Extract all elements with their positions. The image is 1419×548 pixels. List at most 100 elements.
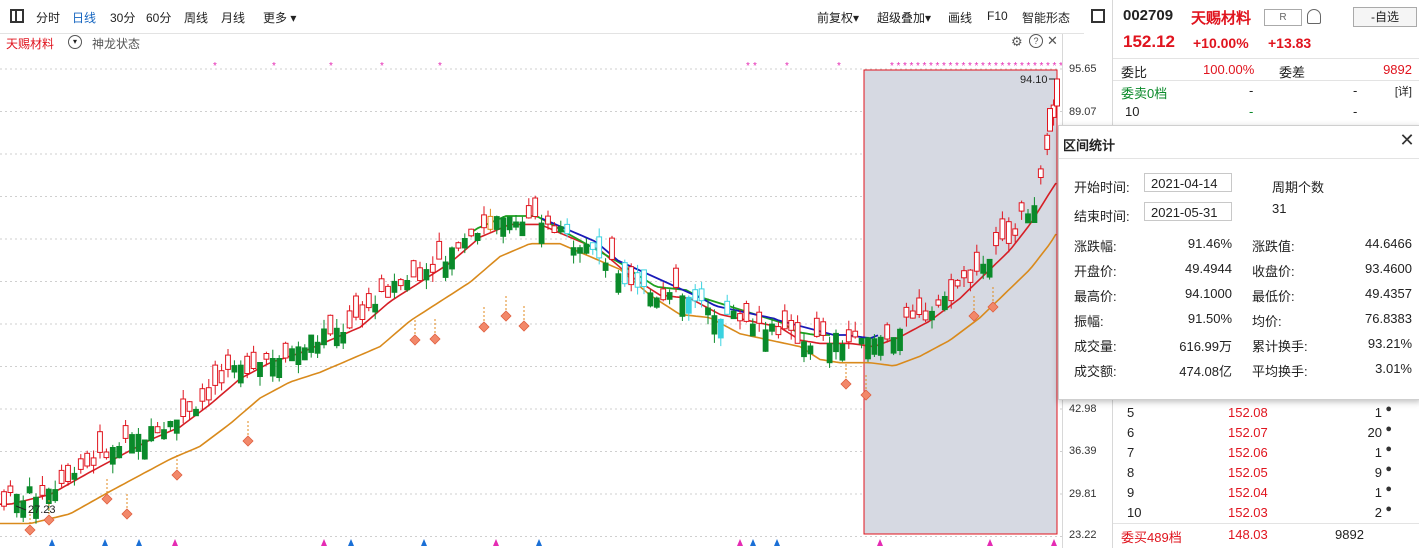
signal-star: *	[1040, 61, 1044, 72]
dropdown-icon[interactable]: ▾	[68, 35, 82, 49]
adjust-menu[interactable]: 前复权▾	[817, 9, 859, 26]
caret-down-icon: ▾	[290, 11, 297, 25]
candle-body	[833, 332, 839, 353]
stat-value: 3.01%	[1375, 361, 1412, 376]
stat-label: 涨跌幅:	[1074, 239, 1117, 254]
help-icon[interactable]: ?	[1029, 34, 1043, 48]
dot-icon: ●	[1385, 463, 1392, 475]
candle-body	[890, 337, 897, 354]
candle-body	[295, 346, 302, 365]
level-volume: 2	[1374, 505, 1382, 520]
level-number: 10	[1127, 505, 1142, 520]
candle-body	[353, 295, 359, 318]
candle-body	[647, 292, 654, 307]
caret-down-icon: ▾	[853, 11, 860, 25]
candle-body	[954, 279, 961, 287]
signal-triangle	[750, 539, 756, 546]
candle-body	[205, 387, 212, 401]
candle-body	[813, 317, 820, 337]
r-badge[interactable]: R	[1264, 9, 1302, 26]
candle-body	[289, 348, 295, 362]
candle-body	[1044, 134, 1051, 150]
candle-body	[250, 351, 257, 369]
indicator-label[interactable]: 神龙状态	[92, 35, 140, 52]
candle-body	[749, 323, 756, 337]
candle-body	[436, 240, 443, 260]
bell-icon[interactable]	[1307, 9, 1321, 24]
candle-body	[660, 288, 667, 301]
signal-diamond	[24, 524, 36, 536]
candle-body	[282, 342, 289, 359]
start-date-input[interactable]: 2021-04-14	[1144, 173, 1232, 192]
candle-body	[442, 261, 449, 278]
weicha-label: 委差	[1279, 65, 1306, 80]
level-volume: 1	[1374, 445, 1382, 460]
candle-body	[378, 278, 385, 292]
sell-label: 委卖0档	[1121, 86, 1168, 101]
tab-60min[interactable]: 60分	[146, 9, 171, 26]
signal-star: *	[897, 61, 901, 72]
candle-body	[641, 269, 647, 287]
detail-link[interactable]: [详]	[1395, 83, 1412, 99]
candle-body	[538, 222, 545, 244]
candle-body	[705, 307, 711, 316]
signal-star: *	[785, 61, 789, 72]
tab-intraday[interactable]: 分时	[36, 9, 60, 26]
more-menu[interactable]: 更多 ▾	[263, 9, 296, 26]
candle-body	[557, 226, 564, 233]
high-price-label: 94.10	[1020, 74, 1048, 86]
signal-star: *	[272, 61, 276, 72]
close-icon[interactable]: ✕	[1398, 131, 1416, 149]
add-watchlist-button[interactable]: -自选	[1353, 7, 1417, 27]
candle-body	[487, 215, 494, 230]
candle-body	[314, 341, 321, 354]
signal-triangle	[49, 539, 55, 546]
close-icon[interactable]: ✕	[1047, 33, 1058, 49]
indicator-bar: 天赐材料 ▾ 神龙状态 ⚙ ? ✕	[0, 33, 1070, 51]
candle-body	[525, 205, 532, 219]
overlay-menu[interactable]: 超级叠加▾	[877, 9, 931, 26]
level-volume: 9	[1374, 465, 1382, 480]
signal-triangle	[774, 539, 780, 546]
candle-body	[909, 310, 916, 319]
smart-pattern-button[interactable]: 智能形态	[1022, 9, 1070, 26]
candle-body	[257, 362, 263, 377]
panel-toggle-icon[interactable]	[1091, 9, 1105, 23]
candle-body	[609, 237, 615, 260]
caret-down-icon: ▾	[925, 11, 932, 25]
start-label: 开始时间:	[1074, 180, 1130, 195]
end-date-input[interactable]: 2021-05-31	[1144, 202, 1232, 221]
candle-body	[474, 233, 481, 241]
tab-30min[interactable]: 30分	[110, 9, 135, 26]
candle-body	[359, 304, 366, 320]
signal-star: *	[1046, 61, 1050, 72]
candle-body	[577, 247, 583, 254]
stat-value: 93.21%	[1367, 336, 1412, 351]
price-axis-label: 36.39	[1069, 445, 1097, 457]
stat-value: 76.8383	[1365, 311, 1412, 326]
stock-code: 002709	[1123, 7, 1174, 24]
tab-monthly[interactable]: 月线	[221, 9, 245, 26]
candle-body	[77, 458, 84, 470]
stock-name: 天赐材料	[1191, 10, 1252, 27]
candle-body	[122, 425, 129, 439]
candle-body	[154, 426, 161, 434]
candle-body	[13, 493, 20, 514]
candle-body	[986, 258, 993, 278]
candle-body	[845, 329, 852, 343]
candle-body	[500, 217, 507, 237]
stat-label: 平均换手:	[1252, 364, 1308, 379]
candle-body	[717, 318, 724, 339]
tab-daily[interactable]: 日线	[72, 9, 96, 26]
level-volume: 20	[1367, 425, 1382, 440]
draw-line-button[interactable]: 画线	[948, 9, 972, 26]
layout-toggle-icon[interactable]	[10, 9, 24, 23]
settings-icon[interactable]: ⚙	[1011, 34, 1023, 50]
level-number: 8	[1127, 465, 1135, 480]
f10-button[interactable]: F10	[987, 9, 1008, 23]
candle-body	[321, 328, 327, 346]
candle-body	[231, 365, 238, 373]
tab-weekly[interactable]: 周线	[184, 9, 208, 26]
kline-chart[interactable]: ************************************94.1…	[0, 0, 1062, 548]
signal-triangle	[136, 539, 142, 546]
